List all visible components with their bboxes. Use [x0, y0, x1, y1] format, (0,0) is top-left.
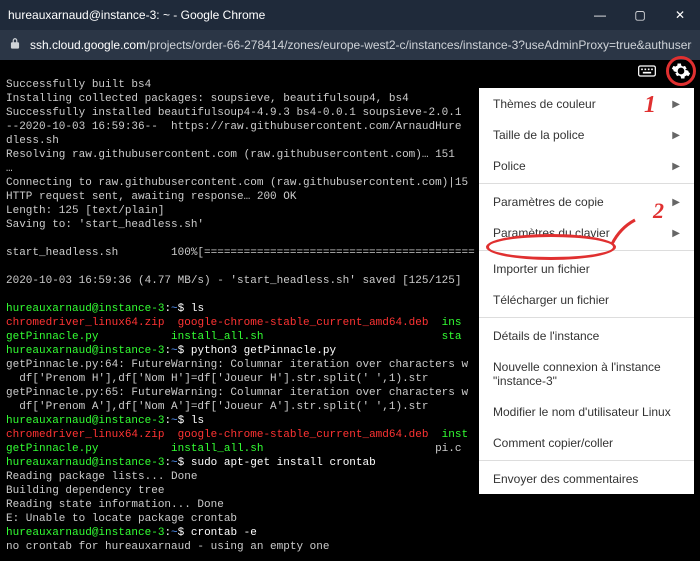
menu-item-copy-paste-help[interactable]: Comment copier/coller [479, 427, 694, 458]
url-host: ssh.cloud.google.com [30, 38, 146, 52]
address-bar: ssh.cloud.google.com/projects/order-66-2… [0, 30, 700, 60]
chevron-right-icon: ▶ [672, 197, 680, 208]
menu-item-keyboard-settings[interactable]: Paramètres du clavier▶ [479, 217, 694, 248]
maximize-button[interactable]: ▢ [620, 0, 660, 30]
menu-separator [479, 460, 694, 461]
menu-item-download-file[interactable]: Télécharger un fichier [479, 284, 694, 315]
window-titlebar: hureauxarnaud@instance-3: ~ - Google Chr… [0, 0, 700, 30]
menu-separator [479, 250, 694, 251]
url-path: /projects/order-66-278414/zones/europe-w… [146, 38, 692, 52]
close-button[interactable]: ✕ [660, 0, 700, 30]
minimize-button[interactable]: — [580, 0, 620, 30]
menu-item-color-themes[interactable]: Thèmes de couleur▶ [479, 88, 694, 119]
chevron-right-icon: ▶ [672, 130, 680, 141]
menu-item-new-connection[interactable]: Nouvelle connexion à l'instance "instanc… [479, 351, 694, 396]
menu-item-change-username[interactable]: Modifier le nom d'utilisateur Linux [479, 396, 694, 427]
gear-icon[interactable] [670, 60, 692, 82]
chevron-right-icon: ▶ [672, 228, 680, 239]
menu-separator [479, 183, 694, 184]
menu-item-upload-file[interactable]: Importer un fichier [479, 253, 694, 284]
settings-menu: Thèmes de couleur▶ Taille de la police▶ … [479, 88, 694, 494]
window-controls: — ▢ ✕ [580, 0, 700, 30]
menu-item-font[interactable]: Police▶ [479, 150, 694, 181]
url-text[interactable]: ssh.cloud.google.com/projects/order-66-2… [30, 38, 692, 52]
menu-item-copy-settings[interactable]: Paramètres de copie▶ [479, 186, 694, 217]
ssh-toolbar [636, 60, 692, 82]
menu-separator [479, 317, 694, 318]
chevron-right-icon: ▶ [672, 99, 680, 110]
chevron-right-icon: ▶ [672, 161, 680, 172]
menu-item-font-size[interactable]: Taille de la police▶ [479, 119, 694, 150]
window-title: hureauxarnaud@instance-3: ~ - Google Chr… [0, 8, 580, 22]
keyboard-icon[interactable] [636, 60, 658, 82]
menu-item-send-feedback[interactable]: Envoyer des commentaires [479, 463, 694, 494]
lock-icon [8, 37, 24, 53]
menu-item-instance-details[interactable]: Détails de l'instance [479, 320, 694, 351]
